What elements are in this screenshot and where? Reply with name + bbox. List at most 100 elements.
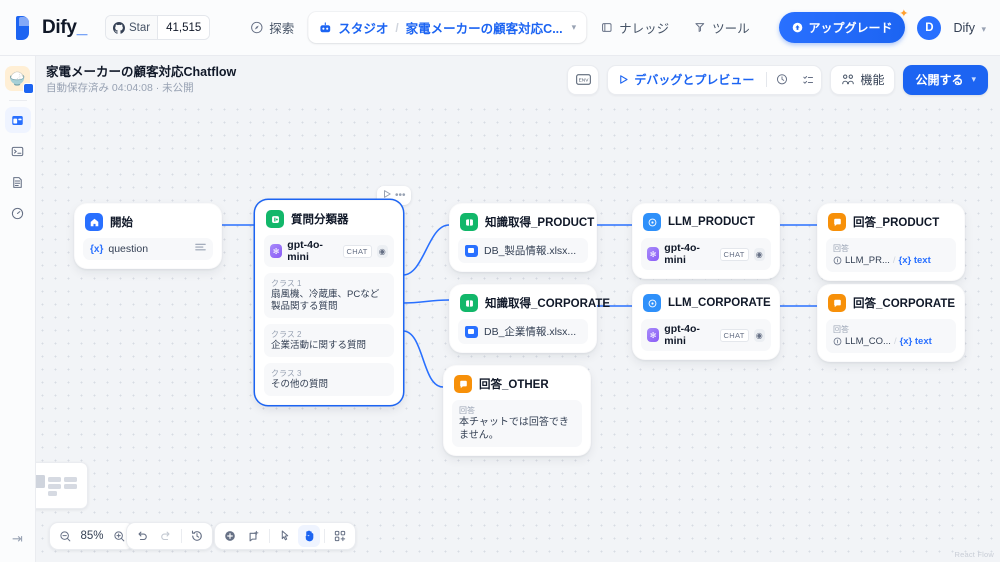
node-title: 回答_OTHER: [479, 379, 549, 391]
sparkle-icon: ✦: [899, 8, 909, 20]
star-count: 41,515: [157, 16, 210, 39]
node-llm-product[interactable]: LLM_PRODUCT ✻ gpt-4o-mini CHAT ◉: [632, 203, 780, 279]
github-star-button[interactable]: Star: [105, 16, 158, 39]
answer-field[interactable]: 回答 LLM_CO... / {x} text: [826, 319, 956, 353]
pointer-icon[interactable]: [274, 525, 296, 547]
eye-icon[interactable]: ◉: [376, 244, 388, 258]
env-icon: ENV: [576, 74, 591, 85]
app-avatar-icon[interactable]: 🍚: [5, 66, 34, 94]
node-llm-corporate[interactable]: LLM_CORPORATE ✻ gpt-4o-mini CHAT ◉: [632, 284, 780, 360]
nav-explore[interactable]: 探索: [240, 12, 304, 43]
node-knowledge-corporate[interactable]: 知識取得_CORPORATE DB_企業情報.xlsx...: [449, 284, 610, 353]
zoom-out-icon[interactable]: [54, 525, 76, 547]
brand-logo[interactable]: Dify_: [16, 15, 87, 40]
header-right-group: ✦ アップグレード D Dify ▾: [779, 8, 986, 43]
answer-field[interactable]: 回答 LLM_PR... / {x} text: [826, 238, 956, 272]
left-rail: 🍚 ⇥: [0, 56, 36, 562]
upgrade-button[interactable]: ✦ アップグレード: [779, 8, 908, 43]
node-title: LLM_PRODUCT: [668, 216, 755, 228]
classifier-class-1[interactable]: クラス 1 扇風機、冷蔵庫、PCなど製品関する質問: [264, 273, 394, 318]
dataset-row[interactable]: DB_企業情報.xlsx...: [458, 319, 588, 344]
sidebar-item-terminal[interactable]: [5, 138, 31, 164]
node-title: 回答_PRODUCT: [853, 217, 940, 229]
sidebar-item-logs[interactable]: [5, 169, 31, 195]
nav-knowledge-label: ナレッジ: [619, 22, 670, 36]
model-name: gpt-4o-mini: [664, 323, 700, 347]
hand-icon[interactable]: [298, 525, 320, 547]
classifier-class-3[interactable]: クラス 3 その他の質問: [264, 363, 394, 396]
dataset-row[interactable]: DB_製品情報.xlsx...: [458, 238, 588, 263]
workflow-canvas[interactable]: 開始 {x} question ••• 質問分類器 ✻ gpt-4o-mini …: [36, 103, 1000, 562]
home-icon: [85, 213, 103, 231]
start-variable-row[interactable]: {x} question: [83, 238, 213, 260]
answer-ref-var: {x} text: [899, 336, 932, 347]
model-mode-tag: CHAT: [719, 247, 749, 261]
chevron-down-icon[interactable]: ▾: [572, 22, 577, 33]
node-title: 開始: [110, 217, 133, 229]
nav-tools[interactable]: ツール: [683, 12, 760, 43]
model-mode-tag: CHAT: [342, 244, 372, 258]
classifier-class-2[interactable]: クラス 2 企業活動に関する質問: [264, 324, 394, 357]
zoom-level[interactable]: 85%: [78, 530, 106, 542]
rail-divider: [8, 100, 27, 101]
book-icon: [601, 23, 612, 32]
add-node-icon[interactable]: [219, 525, 241, 547]
chevron-down-icon: ▾: [971, 74, 976, 84]
class-label: クラス 2: [271, 330, 302, 339]
workflow-icon: [12, 115, 23, 125]
node-header: 開始: [83, 212, 213, 231]
collapse-panel-icon[interactable]: ⇥: [7, 528, 29, 550]
node-header: 質問分類器: [264, 209, 394, 228]
sidebar-item-monitoring[interactable]: [5, 200, 31, 226]
upgrade-arrow-icon: [793, 22, 803, 33]
divider: [324, 529, 325, 543]
answer-label: 回答: [459, 406, 475, 415]
features-button[interactable]: 機能: [831, 71, 894, 88]
debug-preview-label: デバッグとプレビュー: [634, 73, 755, 87]
workflow-subheader: 家電メーカーの顧客対応Chatflow 自動保存済み 04:04:08 · 未公…: [36, 56, 1000, 103]
sidebar-item-workflow[interactable]: [4, 107, 31, 133]
variable-icon: {x}: [90, 243, 104, 255]
model-selector[interactable]: ✻ gpt-4o-mini CHAT ◉: [264, 235, 394, 267]
divider: [269, 529, 270, 543]
eye-icon[interactable]: ◉: [753, 247, 765, 261]
undo-icon[interactable]: [131, 525, 153, 547]
github-star-pill[interactable]: Star 41,515: [104, 15, 211, 40]
eye-icon[interactable]: ◉: [753, 328, 765, 342]
model-name: gpt-4o-mini: [664, 242, 700, 266]
history-icon[interactable]: [186, 525, 208, 547]
add-note-icon[interactable]: [243, 525, 265, 547]
model-selector[interactable]: ✻ gpt-4o-mini CHAT ◉: [641, 319, 771, 351]
more-horizontal-icon[interactable]: •••: [395, 190, 406, 201]
node-start[interactable]: 開始 {x} question: [74, 203, 222, 269]
node-answer-other[interactable]: 回答_OTHER 回答 本チャットでは回答できません。: [443, 365, 591, 456]
node-answer-corporate[interactable]: 回答_CORPORATE 回答 LLM_CO... / {x} text: [817, 284, 965, 362]
user-menu[interactable]: Dify ▾: [953, 21, 986, 35]
answer-icon: [454, 375, 472, 393]
publish-button[interactable]: 公開する ▾: [903, 64, 988, 95]
paragraph-icon: [195, 243, 206, 255]
node-knowledge-product[interactable]: 知識取得_PRODUCT DB_製品情報.xlsx...: [449, 203, 597, 272]
divider: [181, 529, 182, 543]
variable-name: question: [108, 243, 149, 255]
redo-icon[interactable]: [155, 525, 177, 547]
nav-studio[interactable]: スタジオ / 家電メーカーの顧客対応C... ▾: [308, 12, 587, 43]
run-history-icon[interactable]: [769, 67, 795, 93]
node-header: 回答_CORPORATE: [826, 293, 956, 312]
debug-preview-button[interactable]: デバッグとプレビュー: [608, 71, 764, 88]
nav-knowledge[interactable]: ナレッジ: [590, 12, 679, 43]
avatar[interactable]: D: [917, 15, 942, 40]
logs-icon: [13, 176, 22, 188]
checklist-icon[interactable]: [795, 67, 821, 93]
node-header: LLM_PRODUCT: [641, 212, 771, 231]
node-title: 質問分類器: [291, 214, 349, 226]
answer-field[interactable]: 回答 本チャットでは回答できません。: [452, 400, 582, 447]
node-answer-product[interactable]: 回答_PRODUCT 回答 LLM_PR... / {x} text: [817, 203, 965, 281]
github-icon: [112, 21, 125, 34]
env-variables-button[interactable]: ENV: [567, 64, 600, 95]
organize-blocks-icon[interactable]: [329, 525, 351, 547]
model-selector[interactable]: ✻ gpt-4o-mini CHAT ◉: [641, 238, 771, 270]
answer-ref-name: LLM_PR...: [845, 255, 890, 266]
node-question-classifier[interactable]: 質問分類器 ✻ gpt-4o-mini CHAT ◉ クラス 1 扇風機、冷蔵庫…: [255, 200, 403, 405]
nav-explore-label: 探索: [269, 22, 295, 36]
